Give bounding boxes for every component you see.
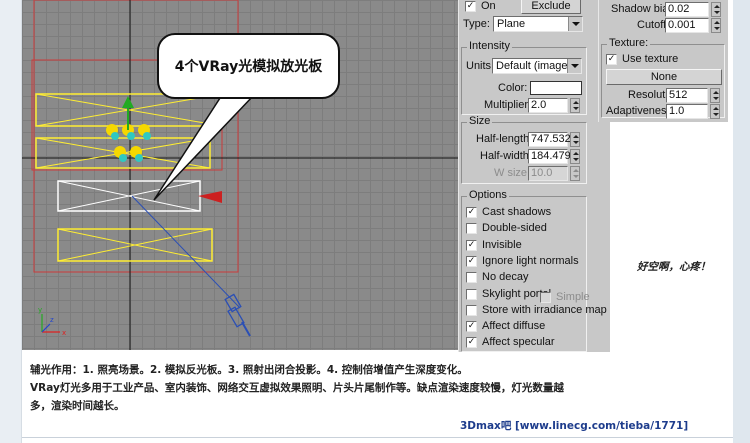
vray-light-parameters-panel: ✓ On Exclude Type: Plane Intensity Units… [458,0,610,352]
axis-gizmo: x y z [38,306,66,337]
forum-footer-link[interactable]: 3Dmax吧 [www.linecg.com/tieba/1771] [460,418,688,433]
resolution-spinner[interactable] [710,88,720,103]
use-texture-label: Use texture [622,53,679,65]
svg-text:x: x [62,329,66,337]
option-label: Affect diffuse [482,320,546,333]
svg-text:y: y [38,306,42,314]
left-margin [0,0,22,443]
units-dropdown-value: Default (image) [496,60,572,72]
option-checkbox[interactable]: ✓ [466,255,477,267]
type-dropdown[interactable]: Plane [493,16,583,32]
side-note: 好空啊，心疼！ [637,261,711,273]
option-label: Invisible [482,238,522,251]
option-label: Double-sided [482,222,547,235]
page: x y z 4个VRay光模拟放光板 ✓ On Exclude Type: Pl… [0,0,750,443]
shadow-bias-spinner[interactable] [711,2,721,17]
option-label: Cast shadows [482,206,552,218]
size-group: Size Half-length: 747.532 Half-width: 18… [461,115,587,184]
texture-group-label: Texture: [607,37,651,49]
exclude-button[interactable]: Exclude [521,0,581,14]
w-size-spinner [570,166,580,181]
footer-divider [22,437,733,438]
texture-none-button[interactable]: None [606,69,722,85]
adaptiveness-input[interactable]: 1.0 [666,104,708,119]
multiplier-spinner[interactable] [570,98,580,113]
option-checkbox[interactable] [466,223,477,235]
option-checkbox[interactable] [466,304,477,316]
chevron-down-icon [567,59,581,73]
right-margin [733,0,750,443]
w-size-label: W size [494,167,527,179]
svg-text:z: z [50,316,54,324]
viewport[interactable]: x y z 4个VRay光模拟放光板 [22,0,458,350]
half-width-input[interactable]: 184.479 [528,149,571,164]
units-label: Units: [466,60,495,72]
color-label: Color: [498,82,528,94]
type-dropdown-value: Plane [497,18,526,30]
annotation-callout: 4个VRay光模拟放光板 [157,33,340,99]
adaptiveness-label: Adaptiveness: [606,105,676,117]
w-size-input: 10.0 [528,166,568,181]
vray-light-plane-selected[interactable] [57,180,222,212]
options-group: Options ✓ Cast shadows Double-sided ✓ Invisi… [461,189,607,352]
option-checkbox[interactable]: ✓ [466,321,477,333]
color-swatch[interactable] [530,81,582,95]
light-target-gizmo[interactable] [224,293,251,337]
light-target-line [131,195,241,309]
shadow-bias-input[interactable]: 0.02 [665,2,709,17]
resolution-input[interactable]: 512 [666,88,708,103]
use-texture-checkbox[interactable]: ✓ [606,54,617,65]
half-length-spinner[interactable] [570,132,580,147]
cutoff-spinner[interactable] [711,18,721,33]
option-checkbox[interactable]: ✓ [466,239,477,251]
option-label: Store with irradiance map [482,303,607,316]
half-length-label: Half-length: [476,133,533,145]
chevron-down-icon [568,17,582,31]
option-checkbox[interactable] [466,288,477,300]
option-label: No decay [482,271,529,284]
option-label: Ignore light normals [482,254,579,267]
simple-checkbox[interactable] [540,292,551,303]
post-caption: 辅光作用：1. 照亮场景。2. 模拟反光板。3. 照射出闭合投影。4. 控制倍增… [30,361,730,415]
half-width-label: Half-width: [480,150,532,162]
option-label: Affect specular [482,336,555,349]
half-width-spinner[interactable] [570,149,580,164]
intensity-group: Intensity Units: Default (image) Color: … [461,40,587,115]
option-checkbox[interactable] [466,272,477,284]
caption-line-1: 辅光作用：1. 照亮场景。2. 模拟反光板。3. 照射出闭合投影。4. 控制倍增… [30,364,468,376]
on-label: On [481,0,496,12]
on-checkbox[interactable]: ✓ [465,1,476,12]
adaptiveness-spinner[interactable] [710,104,720,119]
multiplier-input[interactable]: 2.0 [528,98,568,113]
type-label: Type: [463,18,490,30]
options-group-label: Options [467,189,509,201]
caption-line-2: VRay灯光多用于工业产品、室内装饰、网络交互虚拟效果照明、片头片尾制作等。缺点… [30,382,564,394]
callout-pointer [153,94,256,201]
option-checkbox[interactable]: ✓ [466,207,477,218]
caption-line-3: 多，渲染时间越长。 [30,400,125,412]
texture-group: Texture: ✓ Use texture None Resolution: … [601,37,725,119]
simple-label: Simple [556,291,590,303]
intensity-group-label: Intensity [467,40,512,52]
shadow-texture-panel: Shadow bias: 0.02 Cutoff: 0.001 Texture:… [598,0,728,122]
multiplier-label: Multiplier: [484,99,532,111]
cutoff-input[interactable]: 0.001 [665,18,709,33]
vray-light-plane-3[interactable] [57,228,213,262]
half-length-input[interactable]: 747.532 [528,132,571,147]
size-group-label: Size [467,115,493,127]
units-dropdown[interactable]: Default (image) [492,58,582,74]
option-checkbox[interactable]: ✓ [466,337,477,349]
